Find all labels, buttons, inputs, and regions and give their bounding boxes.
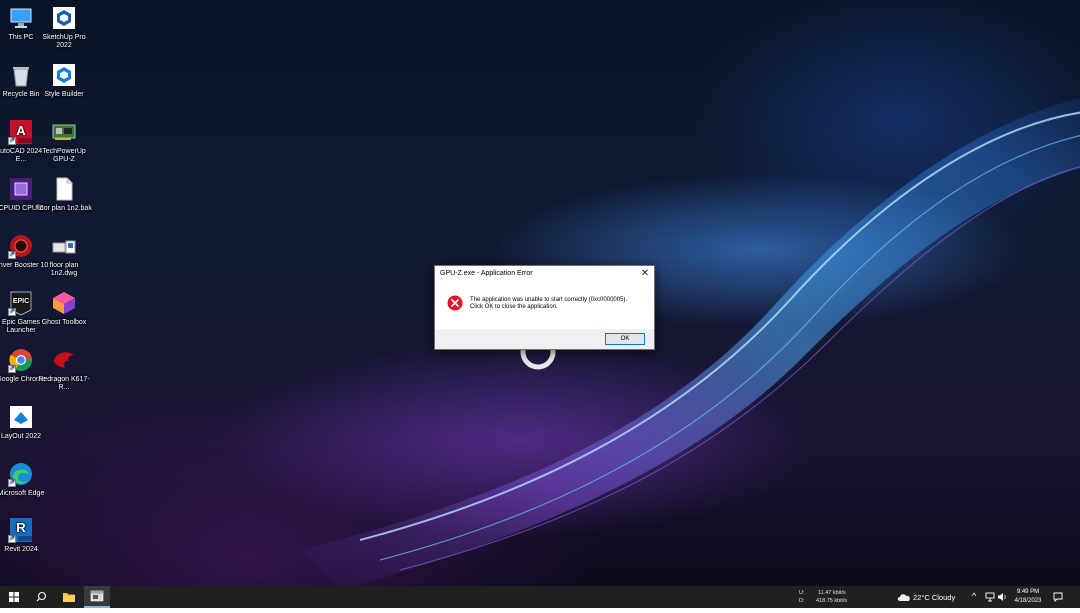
desktop-icon-edge[interactable]: ↗ Microsoft Edge	[0, 461, 49, 498]
speaker-icon[interactable]	[997, 592, 1007, 602]
network-icon[interactable]	[985, 592, 995, 602]
ok-button[interactable]: OK	[605, 333, 645, 345]
wallpaper-light-streak	[300, 97, 1080, 586]
desktop-icon-label: TechPowerUp GPU-Z	[42, 148, 86, 163]
search-icon	[36, 591, 47, 602]
search-button[interactable]	[28, 586, 54, 608]
clock-date[interactable]: 4/18/2023	[1008, 598, 1048, 604]
dialog-titlebar[interactable]: GPU-Z.exe - Application Error ✕	[435, 266, 654, 283]
shortcut-arrow-icon: ↗	[8, 251, 16, 259]
desktop-icon-floor-plan-bak[interactable]: floor plan 1n2.bak	[36, 176, 92, 213]
dwg-file-icon	[51, 233, 77, 259]
download-speed: 418.75 kbit/s	[816, 598, 848, 604]
notification-icon[interactable]	[1053, 592, 1063, 602]
dialog-body: The application was unable to start corr…	[435, 283, 654, 329]
taskbar-active-app[interactable]	[84, 586, 110, 608]
ghost-toolbox-icon	[51, 290, 77, 316]
desktop-icon-gpu-z[interactable]: TechPowerUp GPU-Z	[36, 119, 92, 164]
edge-icon: ↗	[8, 461, 34, 487]
shortcut-arrow-icon: ↗	[8, 365, 16, 373]
svg-text:EPIC: EPIC	[13, 298, 29, 305]
desktop-icon-ghost-toolbox[interactable]: Ghost Toolbox	[36, 290, 92, 327]
chevron-up-icon[interactable]: ^	[972, 591, 976, 601]
driver-booster-icon: ↗	[8, 233, 34, 259]
dialog-title: GPU-Z.exe - Application Error	[440, 270, 533, 277]
desktop-icon-label: Redragon K617-R...	[38, 376, 90, 391]
autocad-icon: A ↗	[8, 119, 34, 145]
recycle-bin-icon	[8, 62, 34, 88]
error-icon	[447, 295, 463, 311]
windows-logo-icon	[9, 592, 19, 602]
download-prefix: D:	[799, 598, 805, 604]
desktop-icon-label: Style Builder	[44, 91, 84, 98]
upload-speed: 11.47 kbit/s	[818, 590, 846, 596]
layout-icon	[8, 404, 34, 430]
start-button[interactable]	[1, 586, 27, 608]
desktop-icon-label: floor plan 1n2.bak	[36, 205, 92, 212]
upload-prefix: U:	[799, 590, 805, 596]
desktop-icon-sketchup[interactable]: SketchUp Pro 2022	[36, 5, 92, 50]
desktop-icon-label: Microsoft Edge	[0, 490, 45, 497]
app-window-icon	[90, 590, 104, 602]
svg-text:R: R	[16, 520, 26, 535]
desktop-icon-label: Revit 2024	[4, 546, 38, 553]
sketchup-icon	[51, 5, 77, 31]
desktop-icon-layout[interactable]: LayOut 2022	[0, 404, 49, 441]
dialog-footer: OK	[435, 329, 654, 349]
desktop: This PC Recycle Bin A ↗ AutoCAD 2024 - E…	[0, 0, 1080, 586]
shortcut-arrow-icon: ↗	[8, 137, 16, 145]
desktop-icon-label: floor plan 1n2.dwg	[49, 262, 79, 277]
svg-text:A: A	[16, 123, 26, 138]
style-builder-icon	[51, 62, 77, 88]
desktop-icon-label: SketchUp Pro 2022	[42, 34, 86, 49]
weather-widget[interactable]: 22°C Cloudy	[913, 593, 955, 602]
close-icon[interactable]: ✕	[636, 266, 654, 282]
dialog-message-line: The application was unable to start corr…	[470, 297, 628, 303]
dialog-message-line: Click OK to close the application.	[470, 304, 558, 310]
cpu-z-icon	[8, 176, 34, 202]
application-error-dialog: GPU-Z.exe - Application Error ✕ The appl…	[434, 265, 655, 350]
desktop-icon-label: Ghost Toolbox	[41, 319, 87, 326]
shortcut-arrow-icon: ↗	[8, 535, 16, 543]
shortcut-arrow-icon: ↗	[8, 308, 16, 316]
desktop-icon-floor-plan-dwg[interactable]: floor plan 1n2.dwg	[36, 233, 92, 278]
epic-games-icon: EPIC ↗	[8, 290, 34, 316]
gpu-z-icon	[51, 119, 77, 145]
desktop-icon-style-builder[interactable]: Style Builder	[36, 62, 92, 99]
folder-icon	[63, 593, 75, 602]
desktop-icon-redragon[interactable]: Redragon K617-R...	[36, 347, 92, 392]
revit-icon: R ↗	[8, 517, 34, 543]
redragon-icon	[51, 347, 77, 373]
shortcut-arrow-icon: ↗	[8, 479, 16, 487]
desktop-icon-revit[interactable]: R ↗ Revit 2024	[0, 517, 49, 554]
desktop-icon-label: LayOut 2022	[0, 433, 42, 440]
computer-icon	[8, 5, 34, 31]
taskbar: U: D: 11.47 kbit/s 418.75 kbit/s 22°C Cl…	[0, 586, 1080, 608]
chrome-icon: ↗	[8, 347, 34, 373]
taskbar-file-explorer[interactable]	[56, 586, 82, 608]
cloud-icon[interactable]	[896, 591, 912, 603]
clock-time[interactable]: 9:49 PM	[1008, 589, 1048, 595]
file-icon	[51, 176, 77, 202]
